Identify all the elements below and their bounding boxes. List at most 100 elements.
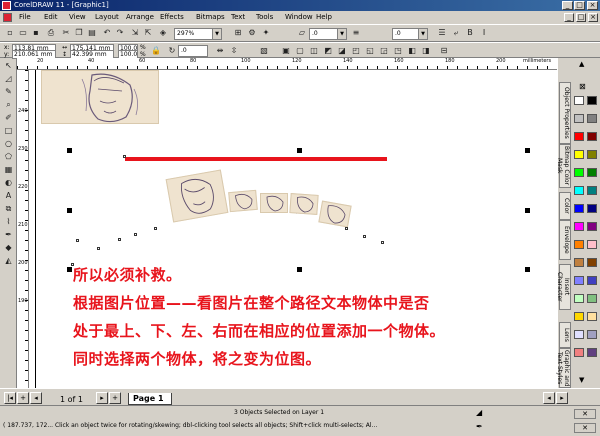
- color-swatch[interactable]: [574, 204, 584, 213]
- path-sketch-3[interactable]: [260, 193, 288, 213]
- outline-icon[interactable]: ▱: [296, 27, 308, 39]
- print-icon[interactable]: ⎙: [45, 27, 57, 39]
- selection-handle[interactable]: [67, 148, 72, 153]
- fill-tool-icon[interactable]: ◆: [2, 243, 15, 253]
- app-launcher-icon[interactable]: ◈: [157, 27, 169, 39]
- color-swatch[interactable]: [574, 276, 584, 285]
- simplify-icon[interactable]: ◳: [392, 45, 404, 57]
- docker-tab-insert-character[interactable]: Insert Character: [556, 264, 571, 310]
- pick-tool-icon[interactable]: ↖: [2, 61, 15, 71]
- color-swatch[interactable]: [574, 312, 584, 321]
- path-node[interactable]: [363, 235, 366, 238]
- selection-handle[interactable]: [525, 267, 530, 272]
- new-icon[interactable]: ▫: [4, 27, 16, 39]
- path-node[interactable]: [76, 239, 79, 242]
- color-swatch[interactable]: [587, 96, 597, 105]
- document-icon[interactable]: [3, 13, 12, 22]
- menu-help[interactable]: Help: [316, 11, 332, 24]
- path-node[interactable]: [154, 227, 157, 230]
- menu-window[interactable]: Window: [285, 11, 313, 24]
- menu-file[interactable]: File: [19, 11, 31, 24]
- menu-tools[interactable]: Tools: [256, 11, 273, 24]
- color-swatch[interactable]: [574, 330, 584, 339]
- save-icon[interactable]: ▪: [30, 27, 42, 39]
- color-swatch[interactable]: [587, 348, 597, 357]
- color-swatch[interactable]: [587, 312, 597, 321]
- copy-icon[interactable]: ❐: [73, 27, 85, 39]
- menu-edit[interactable]: Edit: [44, 11, 58, 24]
- color-swatch[interactable]: [574, 114, 584, 123]
- path-node[interactable]: [97, 247, 100, 250]
- italic-icon[interactable]: I: [478, 27, 490, 39]
- combine-icon[interactable]: ◩: [322, 45, 334, 57]
- color-swatch[interactable]: [574, 348, 584, 357]
- doc-minimize-button[interactable]: _: [564, 13, 574, 22]
- docker-tab-graphic-text-styles[interactable]: Graphic and Text Styles: [556, 348, 571, 388]
- menu-effects[interactable]: Effects: [160, 11, 184, 24]
- trim-icon[interactable]: ◱: [364, 45, 376, 57]
- group-icon[interactable]: ▣: [280, 45, 292, 57]
- text-align-icon[interactable]: ☰: [436, 27, 448, 39]
- weld-icon[interactable]: ◰: [350, 45, 362, 57]
- ungroup-icon[interactable]: ▢: [294, 45, 306, 57]
- docker-tab-envelope[interactable]: Envelope: [559, 220, 571, 260]
- doc-close-button[interactable]: ×: [588, 13, 598, 22]
- horizontal-ruler[interactable]: 20 40 60 80 100 120 140 160 180 200 mill…: [17, 58, 557, 70]
- color-swatch[interactable]: [587, 186, 597, 195]
- prev-page-button[interactable]: ◂: [30, 392, 42, 404]
- minimize-button[interactable]: _: [562, 1, 573, 10]
- open-icon[interactable]: ▭: [17, 27, 29, 39]
- first-page-button[interactable]: |◂: [4, 392, 16, 404]
- menu-view[interactable]: View: [69, 11, 86, 24]
- selection-handle[interactable]: [525, 148, 530, 153]
- align-distribute-icon[interactable]: ⊟: [438, 45, 450, 57]
- polygon-tool-icon[interactable]: ⬠: [2, 152, 15, 162]
- color-swatch[interactable]: [587, 132, 597, 141]
- import-icon[interactable]: ⇲: [129, 27, 141, 39]
- color-swatch[interactable]: [587, 294, 597, 303]
- mirror-v-icon[interactable]: ⇳: [228, 45, 240, 57]
- basic-shapes-tool-icon[interactable]: ◐: [2, 178, 15, 188]
- palette-scroll-up-icon[interactable]: ▲: [579, 60, 584, 68]
- text-tool-icon[interactable]: A: [2, 191, 15, 201]
- color-swatch[interactable]: [587, 204, 597, 213]
- no-fill-icon[interactable]: ⊠: [579, 82, 586, 91]
- path-node[interactable]: [345, 227, 348, 230]
- align-icon[interactable]: ≡: [350, 27, 362, 39]
- lock-ratio-icon[interactable]: 🔒: [150, 45, 162, 57]
- color-swatch[interactable]: [587, 114, 597, 123]
- outline-combo[interactable]: .0 ▼: [309, 28, 347, 40]
- ellipse-tool-icon[interactable]: ○: [2, 139, 15, 149]
- red-line[interactable]: [125, 155, 387, 161]
- cut-icon[interactable]: ✂: [60, 27, 72, 39]
- interactive-blend-tool-icon[interactable]: ⧉: [2, 204, 15, 214]
- docker-tab-object-properties[interactable]: Object Properties: [559, 82, 571, 144]
- graph-paper-tool-icon[interactable]: ▦: [2, 165, 15, 175]
- docker-tab-bitmap-color-mask[interactable]: Bitmap Color Mask: [556, 144, 571, 188]
- sketch-image[interactable]: [41, 70, 159, 124]
- break-apart-icon[interactable]: ◪: [336, 45, 348, 57]
- add-page-button[interactable]: +: [17, 392, 29, 404]
- menu-arrange[interactable]: Arrange: [126, 11, 154, 24]
- offset-combo[interactable]: .0 ▼: [392, 28, 428, 40]
- close-button[interactable]: ×: [587, 1, 598, 10]
- next-page-button[interactable]: ▸: [96, 392, 108, 404]
- color-swatch[interactable]: [574, 186, 584, 195]
- rotate-icon[interactable]: ↻: [166, 45, 178, 57]
- selection-handle[interactable]: [525, 208, 530, 213]
- paste-icon[interactable]: ▤: [86, 27, 98, 39]
- color-swatch[interactable]: [587, 330, 597, 339]
- maximize-button[interactable]: □: [574, 1, 585, 10]
- scroll-left-button[interactable]: ◂: [543, 392, 555, 404]
- path-sketch-4[interactable]: [289, 193, 319, 215]
- mirror-h-icon[interactable]: ⇹: [214, 45, 226, 57]
- export-icon[interactable]: ⇱: [142, 27, 154, 39]
- path-node[interactable]: [134, 233, 137, 236]
- selection-handle[interactable]: [67, 208, 72, 213]
- outline-tool-icon[interactable]: ✒: [2, 230, 15, 240]
- selection-handle[interactable]: [297, 148, 302, 153]
- freehand-tool-icon[interactable]: ✐: [2, 113, 15, 123]
- interactive-fill-tool-icon[interactable]: ◭: [2, 256, 15, 266]
- vertical-ruler[interactable]: 240 230 220 210 200 190: [17, 70, 29, 388]
- front-minus-back-icon[interactable]: ◧: [406, 45, 418, 57]
